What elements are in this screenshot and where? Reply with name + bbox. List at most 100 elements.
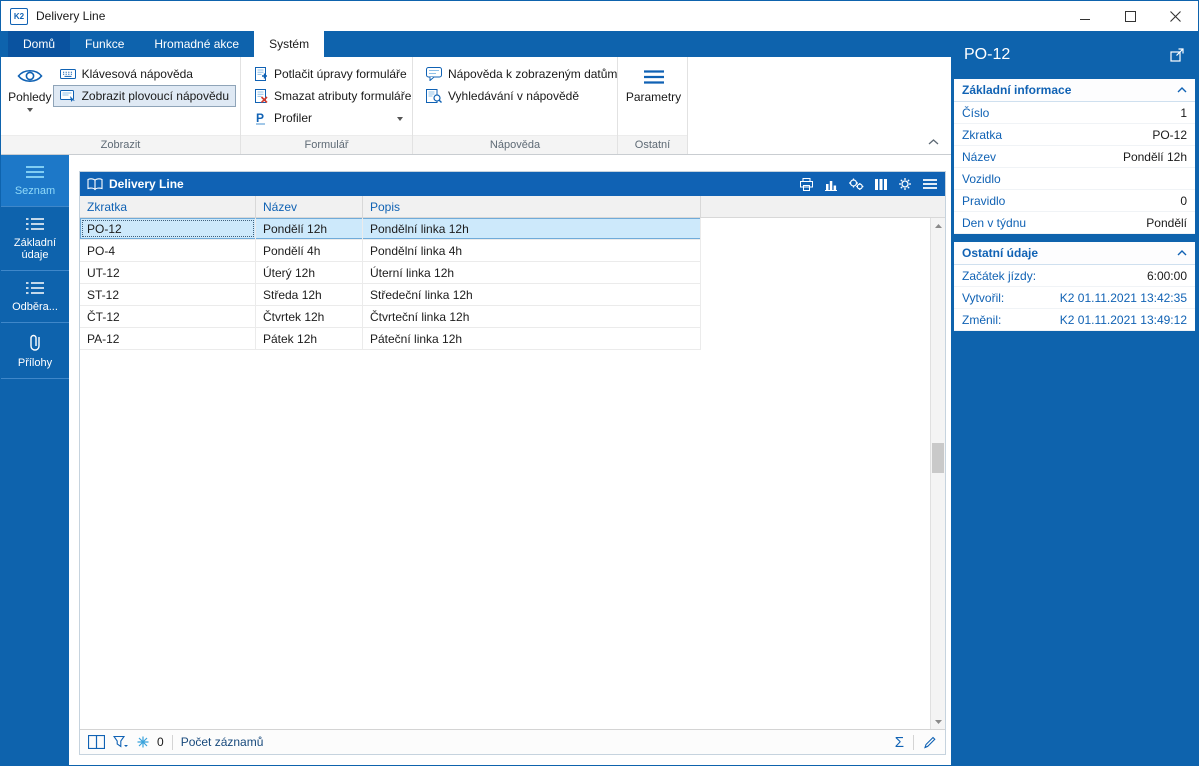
table-row[interactable]: PO-4 Pondělí 4h Pondělní linka 4h: [80, 240, 701, 262]
field-label: Změnil:: [962, 312, 1002, 327]
parameters-icon: [642, 66, 666, 86]
smazat-atributy-label: Smazat atributy formuláře: [274, 89, 412, 103]
sidebar-label-prilohy: Přílohy: [17, 357, 53, 369]
main-area: Seznam Základní údaje Odběra... Přílohy …: [1, 155, 951, 765]
tab-domu[interactable]: Domů: [8, 31, 71, 57]
group-label-ostatni: Ostatní: [618, 135, 687, 154]
parametry-button[interactable]: Parametry: [625, 61, 683, 104]
table-row[interactable]: PO-12 Pondělí 12h Pondělní linka 12h: [80, 218, 701, 240]
napoveda-k-datum-label: Nápověda k zobrazeným datům: [448, 67, 618, 81]
sidebar-item-prilohy[interactable]: Přílohy: [1, 323, 69, 379]
filter-icon[interactable]: [113, 735, 129, 749]
scrollbar-thumb[interactable]: [932, 442, 944, 473]
table-row[interactable]: PA-12 Pátek 12h Páteční linka 12h: [80, 328, 701, 350]
table-title: Delivery Line: [109, 177, 184, 191]
gears-icon[interactable]: [848, 177, 864, 191]
vyhledavani-napoveda-button[interactable]: Vyhledávání v nápovědě: [419, 85, 624, 107]
plovouci-napoveda-label: Zobrazit plovoucí nápovědu: [81, 89, 229, 103]
field-row-vytvoril: Vytvořil: K2 01.11.2021 13:42:35: [954, 287, 1195, 309]
svg-text:P: P: [256, 111, 264, 125]
table-row[interactable]: UT-12 Úterý 12h Úterní linka 12h: [80, 262, 701, 284]
form-delete-icon: [254, 89, 268, 103]
records-label: Počet záznamů: [180, 735, 264, 749]
column-header-zkratka[interactable]: Zkratka: [80, 196, 256, 217]
scroll-up-icon[interactable]: [931, 218, 945, 233]
cell-nazev: Úterý 12h: [256, 262, 363, 283]
ribbon-tabstrip: Domů Funkce Hromadné akce Systém: [1, 31, 951, 57]
sum-icon[interactable]: Σ: [895, 735, 904, 750]
field-row-zmenil: Změnil: K2 01.11.2021 13:49:12: [954, 309, 1195, 331]
edit-pencil-icon[interactable]: [923, 735, 937, 749]
eye-icon: [16, 66, 44, 86]
table-panel-header: Delivery Line: [80, 172, 945, 196]
ribbon-group-ostatni: Parametry Ostatní: [618, 57, 688, 154]
chart-icon[interactable]: [824, 178, 838, 191]
sidebar-item-zakladni-udaje[interactable]: Základní údaje: [1, 207, 69, 271]
scroll-down-icon[interactable]: [931, 714, 945, 729]
section-header[interactable]: Základní informace: [954, 79, 1195, 102]
sidebar-label-seznam: Seznam: [14, 185, 56, 197]
tab-funkce[interactable]: Funkce: [70, 31, 139, 57]
section-zakladni-informace: Základní informace Číslo 1 Zkratka PO-12…: [954, 79, 1195, 234]
pohledy-dropdown-caret: [26, 108, 33, 112]
table-panel: Delivery Line Zkratka Název Popis PO-12 …: [79, 171, 946, 755]
minimize-button[interactable]: [1063, 1, 1108, 31]
snowflake-icon[interactable]: [137, 736, 149, 748]
open-in-window-icon[interactable]: [1169, 47, 1185, 63]
field-label: Zkratka: [962, 127, 1003, 142]
maximize-icon: [1125, 10, 1136, 22]
menu-icon[interactable]: [922, 178, 938, 190]
columns-icon[interactable]: [874, 178, 888, 191]
formular-dropdown-caret[interactable]: [397, 117, 403, 121]
help-bubble-icon: [426, 67, 442, 81]
klavesova-napoveda-label: Klávesová nápověda: [81, 67, 193, 81]
ribbon-group-zobrazit: Pohledy Klávesová nápověda Zobrazit plov…: [1, 57, 241, 154]
vertical-scrollbar[interactable]: [930, 218, 945, 729]
tab-hromadne-akce[interactable]: Hromadné akce: [139, 31, 254, 57]
floating-help-icon: [59, 90, 76, 102]
tab-system[interactable]: Systém: [254, 31, 325, 57]
field-value: 0: [1180, 193, 1187, 208]
column-header-nazev[interactable]: Název: [256, 196, 363, 217]
table-row[interactable]: ČT-12 Čtvrtek 12h Čtvrteční linka 12h: [80, 306, 701, 328]
field-value[interactable]: K2 01.11.2021 13:42:35: [1060, 291, 1187, 305]
napoveda-k-datum-button[interactable]: Nápověda k zobrazeným datům: [419, 63, 624, 85]
column-header-popis[interactable]: Popis: [363, 196, 701, 217]
settings-gear-icon[interactable]: [898, 177, 912, 191]
section-title: Základní informace: [962, 83, 1072, 97]
section-ostatni-udaje: Ostatní údaje Začátek jízdy: 6:00:00 Vyt…: [954, 242, 1195, 331]
cell-popis: Úterní linka 12h: [363, 262, 701, 283]
field-value: Pondělí 12h: [1122, 149, 1187, 164]
close-button[interactable]: [1153, 1, 1198, 31]
print-icon[interactable]: [799, 177, 814, 191]
maximize-button[interactable]: [1108, 1, 1153, 31]
sidebar-item-odberatele[interactable]: Odběra...: [1, 271, 69, 323]
klavesova-napoveda-button[interactable]: Klávesová nápověda: [53, 63, 236, 85]
field-label: Pravidlo: [962, 193, 1006, 208]
grid-header: Zkratka Název Popis: [80, 196, 945, 218]
potlacit-upravy-button[interactable]: Potlačit úpravy formuláře: [247, 63, 418, 85]
field-value[interactable]: K2 01.11.2021 13:49:12: [1060, 313, 1187, 327]
plovouci-napoveda-toggle[interactable]: Zobrazit plovoucí nápovědu: [52, 85, 236, 107]
field-label: Vozidlo: [962, 171, 1001, 186]
collapse-chevron-icon[interactable]: [1177, 87, 1187, 93]
field-label: Číslo: [962, 105, 990, 120]
pohledy-label: Pohledy: [8, 90, 52, 104]
section-header[interactable]: Ostatní údaje: [954, 242, 1195, 265]
smazat-atributy-button[interactable]: Smazat atributy formuláře: [247, 85, 418, 107]
parametry-label: Parametry: [625, 90, 682, 104]
panes-icon[interactable]: [88, 735, 105, 749]
collapse-chevron-icon[interactable]: [1177, 250, 1187, 256]
pohledy-button[interactable]: Pohledy: [7, 61, 53, 112]
field-label: Den v týdnu: [962, 215, 1027, 230]
profiler-button[interactable]: P Profiler: [247, 107, 418, 129]
field-value: 1: [1180, 105, 1187, 120]
cell-popis: Středeční linka 12h: [363, 284, 701, 305]
sidebar-item-seznam[interactable]: Seznam: [1, 155, 69, 207]
table-row[interactable]: ST-12 Středa 12h Středeční linka 12h: [80, 284, 701, 306]
ribbon-collapse-chevron-icon[interactable]: [928, 132, 939, 150]
keyboard-icon: [59, 68, 76, 80]
cell-popis: Pondělní linka 4h: [363, 240, 701, 261]
cell-nazev: Čtvrtek 12h: [256, 306, 363, 327]
detail-panel-header: PO-12: [951, 31, 1198, 79]
